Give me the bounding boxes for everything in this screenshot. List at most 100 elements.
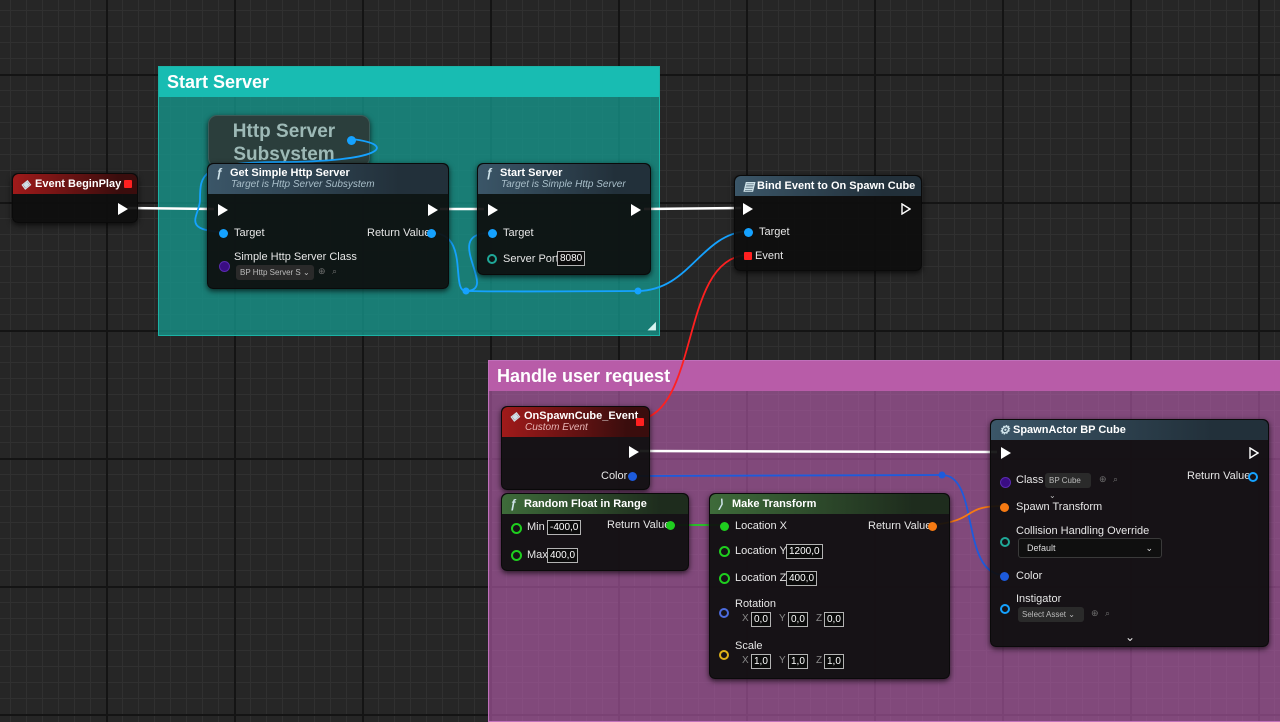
subsystem-output-pin[interactable] [347, 136, 356, 145]
exec-input-pin[interactable] [218, 204, 228, 216]
target-label: Target [759, 226, 790, 238]
location-x-pin[interactable] [720, 522, 729, 531]
class-label: Class [1016, 474, 1044, 486]
comment-title[interactable]: Handle user request [489, 361, 1280, 391]
node-make-transform[interactable]: ⟩ Make Transform Location X Return Value… [709, 493, 950, 679]
use-selected-icon[interactable]: ⊕ [318, 266, 326, 277]
min-label: Min [527, 521, 545, 533]
class-label: Simple Http Server Class [234, 251, 357, 263]
node-event-begin-play[interactable]: ◈ Event BeginPlay [12, 173, 138, 223]
server-port-pin[interactable] [487, 254, 497, 264]
exec-input-pin[interactable] [743, 203, 753, 215]
node-subtitle: Target is Http Server Subsystem [231, 179, 375, 190]
scale-x-input[interactable]: 1,0 [751, 654, 771, 669]
search-icon[interactable]: ⌕ [332, 266, 337, 277]
node-subtitle: Custom Event [525, 422, 588, 433]
node-http-server-subsystem[interactable]: Http Server Subsystem [208, 115, 370, 167]
class-dropdown[interactable]: BP Http Server S ⌄ [236, 265, 314, 280]
exec-output-pin[interactable] [428, 204, 438, 216]
exec-input-pin[interactable] [1001, 447, 1011, 459]
target-pin[interactable] [744, 228, 753, 237]
color-label: Color [1016, 570, 1043, 582]
return-value-pin[interactable] [928, 522, 937, 531]
comment-title[interactable]: Start Server [159, 67, 659, 97]
rotation-z-input[interactable]: 0,0 [824, 612, 844, 627]
node-title: Get Simple Http Server [230, 167, 350, 179]
exec-input-pin[interactable] [488, 204, 498, 216]
node-title: Random Float in Range [524, 498, 647, 510]
return-value-label: Return Value [607, 519, 671, 531]
event-diamond-icon: ◈ [21, 177, 31, 191]
instigator-label: Instigator [1016, 593, 1062, 605]
scale-z-axis: Z [816, 655, 823, 666]
collision-pin[interactable] [1000, 537, 1010, 547]
delegate-output-pin[interactable] [636, 418, 644, 426]
node-title: Event BeginPlay [35, 178, 122, 190]
color-pin[interactable] [1000, 572, 1009, 581]
return-value-pin[interactable] [427, 229, 436, 238]
return-value-label: Return Value [1187, 470, 1251, 482]
spawn-transform-pin[interactable] [1000, 503, 1009, 512]
node-title: SpawnActor BP Cube [1013, 424, 1126, 436]
exec-output-pin[interactable] [1249, 447, 1259, 459]
node-spawn-actor-bp-cube[interactable]: ⚙ SpawnActor BP Cube Class BP Cube ⌄ ⊕ ⌕… [990, 419, 1269, 647]
min-pin[interactable] [511, 523, 522, 534]
return-value-pin[interactable] [666, 521, 675, 530]
scale-x-axis: X [742, 655, 749, 666]
spawn-transform-label: Spawn Transform [1016, 501, 1103, 513]
node-title: OnSpawnCube_Event [524, 410, 639, 422]
min-input[interactable]: -400,0 [547, 520, 582, 535]
exec-output-pin[interactable] [631, 204, 641, 216]
node-on-spawn-cube-event[interactable]: ◈ OnSpawnCube_Event Custom Event Color [501, 406, 650, 490]
node-start-server[interactable]: ƒ Start Server Target is Simple Http Ser… [477, 163, 651, 275]
location-y-label: Location Y [735, 545, 787, 557]
target-pin[interactable] [488, 229, 497, 238]
expand-chevron-down-icon[interactable]: ⌄ [1125, 630, 1135, 644]
class-dropdown[interactable]: BP Cube ⌄ [1045, 473, 1091, 500]
chevron-down-icon: ⌄ [1068, 610, 1075, 619]
event-pin[interactable] [744, 252, 752, 260]
exec-output-pin[interactable] [629, 446, 639, 458]
search-icon[interactable]: ⌕ [1105, 608, 1110, 619]
instigator-pin[interactable] [1000, 604, 1010, 614]
delegate-output-pin[interactable] [124, 180, 132, 188]
rotation-x-input[interactable]: 0,0 [751, 612, 771, 627]
rotation-label: Rotation [735, 598, 776, 610]
scale-z-input[interactable]: 1,0 [824, 654, 844, 669]
node-title: Start Server [500, 167, 563, 179]
scale-pin[interactable] [719, 650, 729, 660]
subsystem-line-1: Http Server [232, 121, 336, 142]
rotation-y-axis: Y [779, 613, 786, 624]
exec-output-pin[interactable] [901, 203, 911, 215]
resize-handle-icon[interactable]: ◢ [648, 319, 656, 332]
collision-dropdown[interactable]: Default ⌄ [1018, 538, 1162, 558]
color-label: Color [601, 470, 628, 482]
scale-label: Scale [735, 640, 763, 652]
use-selected-icon[interactable]: ⊕ [1091, 608, 1099, 619]
exec-output-pin[interactable] [118, 203, 128, 215]
instigator-dropdown[interactable]: Select Asset ⌄ [1018, 607, 1084, 622]
rotation-pin[interactable] [719, 608, 729, 618]
target-pin[interactable] [219, 229, 228, 238]
spawn-actor-icon: ⚙ [999, 423, 1010, 437]
rotation-y-input[interactable]: 0,0 [788, 612, 808, 627]
class-pin[interactable] [219, 261, 230, 272]
location-z-pin[interactable] [719, 573, 730, 584]
node-get-simple-http-server[interactable]: ƒ Get Simple Http Server Target is Http … [207, 163, 449, 289]
location-y-pin[interactable] [719, 546, 730, 557]
max-input[interactable]: 400,0 [547, 548, 579, 563]
location-y-input[interactable]: 1200,0 [786, 544, 823, 559]
search-icon[interactable]: ⌕ [1113, 474, 1118, 485]
pure-function-icon: ƒ [510, 497, 517, 511]
node-random-float-in-range[interactable]: ƒ Random Float in Range Min -400,0 Retur… [501, 493, 689, 571]
color-output-pin[interactable] [628, 472, 637, 481]
max-pin[interactable] [511, 550, 522, 561]
use-selected-icon[interactable]: ⊕ [1099, 474, 1107, 485]
class-pin[interactable] [1000, 477, 1011, 488]
scale-y-input[interactable]: 1,0 [788, 654, 808, 669]
server-port-input[interactable]: 8080 [557, 251, 586, 266]
node-bind-event[interactable]: ▤ Bind Event to On Spawn Cube Target Eve… [734, 175, 922, 271]
target-label: Target [503, 227, 534, 239]
return-value-pin[interactable] [1248, 472, 1258, 482]
location-z-input[interactable]: 400,0 [786, 571, 818, 586]
